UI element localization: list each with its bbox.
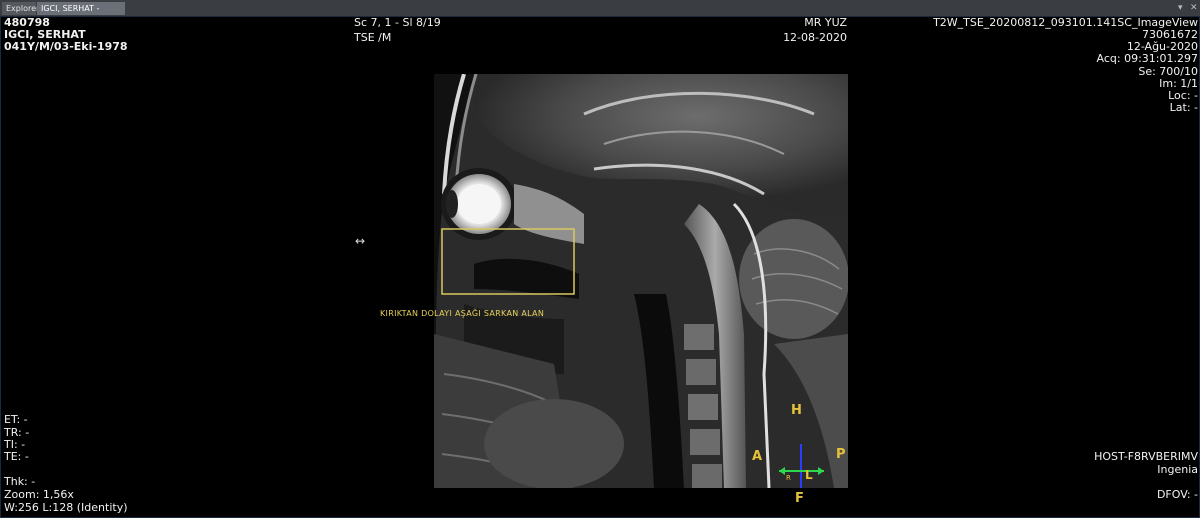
study-date: 12-08-2020 [783, 31, 847, 44]
et-value: ET: - [4, 413, 28, 426]
scanner-model: Ingenia [1157, 463, 1198, 476]
sequence-info: TSE /M [354, 31, 392, 44]
window-level: W:256 L:128 (Identity) [4, 501, 128, 514]
modality-region: MR YUZ [804, 16, 847, 29]
orient-p: P [836, 447, 846, 462]
acquisition-time: Acq: 09:31:01.297 [1096, 52, 1198, 65]
tab-explorer[interactable]: Explorer [2, 2, 39, 15]
tab-bar: Explorer IGCI, SERHAT - 480798 ▾ ✕ [0, 0, 1200, 26]
roi-annotation-label[interactable]: KIRIKTAN DOLAYI AŞAĞI SARKAN ALAN [380, 309, 544, 318]
mri-sagittal-image[interactable]: R L [434, 74, 848, 488]
slice-info: Sc 7, 1 - Sl 8/19 [354, 16, 441, 29]
close-icon[interactable]: ✕ [1190, 2, 1198, 14]
orient-f: F [795, 491, 804, 506]
thickness: Thk: - [4, 475, 36, 488]
orient-r: R [786, 474, 791, 482]
orient-a: A [752, 449, 763, 464]
patient-info: 041Y/M/03-Eki-1978 [4, 40, 128, 53]
image-viewport[interactable]: 480798 IGCI, SERHAT 041Y/M/03-Eki-1978 S… [0, 16, 1200, 518]
dfov-value: DFOV: - [1156, 488, 1198, 501]
location: Loc: - [1168, 89, 1198, 102]
orient-h: H [791, 403, 802, 418]
zoom-level: Zoom: 1,56x [4, 488, 74, 501]
te-value: TE: - [4, 450, 29, 463]
series-echo: Se: 700/10 [1138, 65, 1198, 78]
image-index: Im: 1/1 [1159, 77, 1198, 90]
tab-patient-study[interactable]: IGCI, SERHAT - 480798 [37, 2, 125, 26]
orient-l: L [805, 468, 813, 482]
laterality: Lat: - [1169, 101, 1198, 114]
host-name: HOST-F8RVBERIMV [1094, 450, 1198, 463]
resize-arrow-icon: ↔ [355, 234, 366, 248]
chevron-down-icon[interactable]: ▾ [1178, 2, 1183, 14]
